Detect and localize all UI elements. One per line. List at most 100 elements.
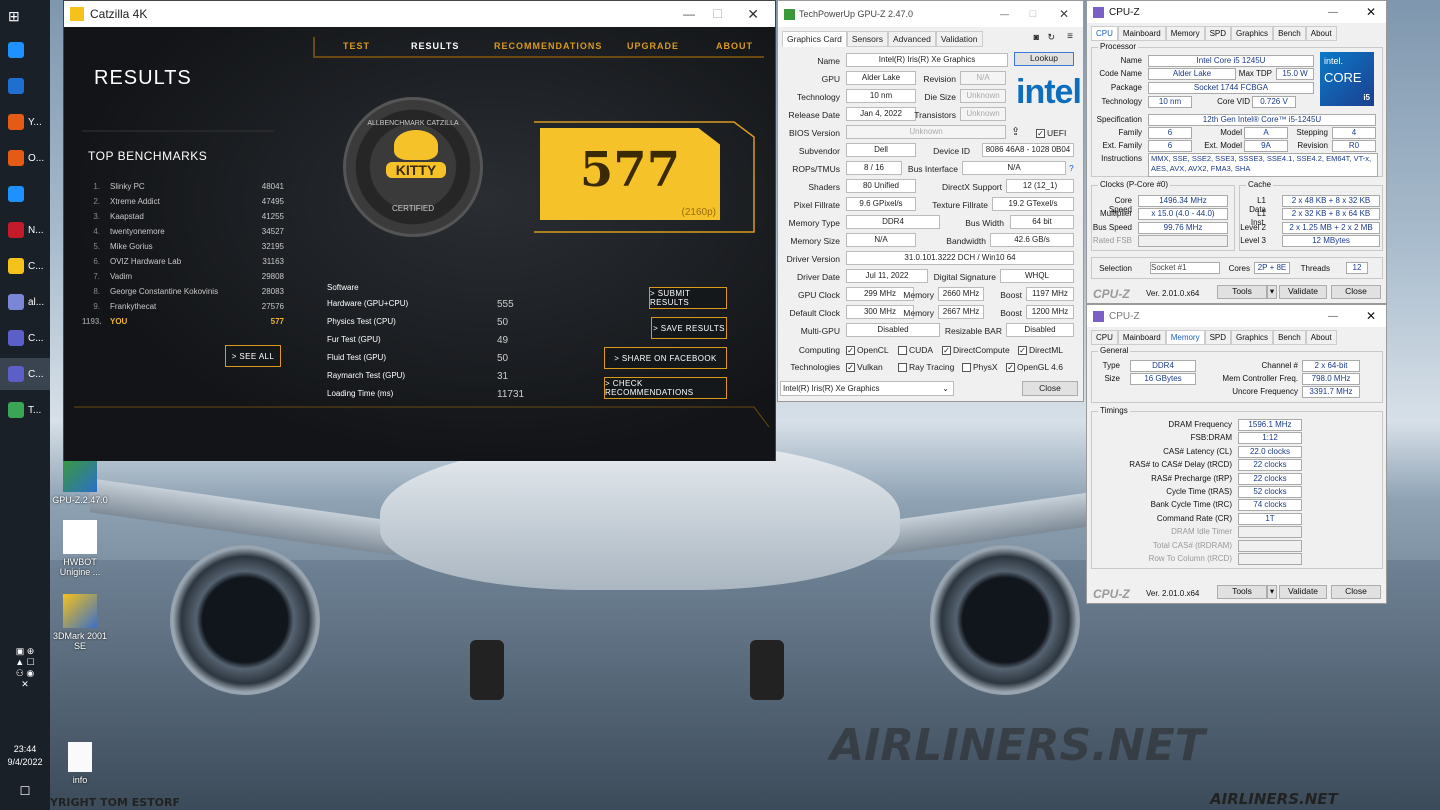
check-recommendations-button[interactable]: > CHECK RECOMMENDATIONS — [604, 377, 727, 399]
benchmark-score: 47495 — [261, 197, 284, 206]
camera-icon[interactable]: ◙ — [1034, 32, 1039, 42]
field-label: Selection — [1099, 264, 1132, 273]
tab-about[interactable]: About — [1305, 330, 1337, 345]
share-icon[interactable]: ⇪ — [1011, 125, 1020, 138]
tray-icons[interactable]: ▣ ⊕ ▲ ☐ ⚇ ◉ ✕ — [0, 646, 50, 690]
taskbar-app[interactable]: al... — [0, 286, 50, 318]
taskbar-app[interactable]: N... — [0, 214, 50, 246]
driver-date-value: Jul 11, 2022 — [846, 269, 928, 283]
field-label: Core VID — [1217, 97, 1250, 106]
minimize-icon[interactable]: — — [1000, 9, 1009, 19]
opengl-checkbox[interactable]: ✓ OpenGL 4.6 — [1006, 362, 1063, 372]
validate-button[interactable]: Validate — [1279, 585, 1327, 599]
taskbar-app[interactable] — [0, 70, 50, 102]
minimize-icon[interactable]: — — [683, 7, 695, 21]
result-row: Hardware (GPU+CPU) 555 — [327, 299, 537, 310]
tab-graphics[interactable]: Graphics — [1231, 26, 1274, 41]
taskbar-app[interactable] — [0, 178, 50, 210]
help-icon[interactable]: ? — [1069, 163, 1074, 173]
taskbar-app[interactable]: C... — [0, 358, 50, 390]
tab-advanced[interactable]: Advanced — [888, 31, 936, 47]
tab-mainboard[interactable]: Mainboard — [1117, 330, 1166, 345]
taskbar-app[interactable]: C... — [0, 322, 50, 354]
taskbar-app[interactable]: O... — [0, 142, 50, 174]
tools-dropdown-icon[interactable]: ▾ — [1267, 585, 1277, 599]
directcompute-checkbox[interactable]: ✓ DirectCompute — [942, 345, 1010, 355]
maximize-icon[interactable]: ☐ — [712, 7, 723, 21]
checkbox-icon: ✓ — [846, 345, 855, 355]
cpu-name-value: Intel Core i5 1245U — [1148, 55, 1314, 67]
nav-results[interactable]: RESULTS — [411, 41, 459, 51]
catzilla-content: TEST RESULTS RECOMMENDATIONS UPGRADE ABO… — [64, 27, 775, 461]
directx-value: 12 (12_1) — [1006, 179, 1074, 193]
lookup-button[interactable]: Lookup — [1014, 52, 1074, 66]
tab-spd[interactable]: SPD — [1204, 26, 1232, 41]
see-all-button[interactable]: > SEE ALL — [225, 345, 281, 367]
menu-icon[interactable]: ≡ — [1067, 31, 1073, 42]
nav-recommendations[interactable]: RECOMMENDATIONS — [494, 41, 602, 51]
nav-upgrade[interactable]: UPGRADE — [627, 41, 679, 51]
window-title: CPU-Z — [1109, 310, 1140, 322]
desktop-icon-3dmark[interactable]: 3DMark 2001 SE — [50, 594, 110, 651]
tools-button[interactable]: Tools — [1217, 285, 1267, 299]
row-label: DirectX Support — [942, 182, 1002, 192]
tab-cpu[interactable]: CPU — [1091, 26, 1118, 41]
tab-graphics[interactable]: Graphics — [1231, 330, 1274, 345]
taskbar-app[interactable]: Y... — [0, 106, 50, 138]
minimize-icon[interactable]: — — [1328, 7, 1338, 18]
close-button[interactable]: Close — [1331, 285, 1381, 299]
row-label: Transistors — [914, 110, 956, 120]
close-icon[interactable]: ✕ — [1366, 309, 1376, 323]
physx-checkbox[interactable]: PhysX — [962, 362, 998, 372]
save-results-button[interactable]: > SAVE RESULTS — [651, 317, 727, 339]
field-label: Mem Controller Freq. — [1222, 374, 1298, 383]
tab-memory[interactable]: Memory — [1165, 26, 1205, 41]
nav-about[interactable]: ABOUT — [716, 41, 753, 51]
minimize-icon[interactable]: — — [1328, 311, 1338, 322]
tab-mainboard[interactable]: Mainboard — [1117, 26, 1166, 41]
desktop-icon-gpuz[interactable]: GPU-Z.2.47.0 — [50, 458, 110, 505]
taskbar-app[interactable]: T... — [0, 394, 50, 426]
desktop-icon-hwbot[interactable]: HWBOT Unigine ... — [50, 520, 110, 577]
taskbar-app[interactable] — [0, 34, 50, 66]
clock-date[interactable]: 9/4/2022 — [0, 757, 50, 767]
submit-results-button[interactable]: > SUBMIT RESULTS — [649, 287, 727, 309]
taskbar-app[interactable]: C... — [0, 250, 50, 282]
tab-validation[interactable]: Validation — [935, 31, 983, 47]
badge-bottom-text: CERTIFIED — [391, 204, 435, 213]
start-button[interactable]: ⊞ — [0, 0, 50, 32]
timings-group: Timings DRAM Frequency 1596.1 MHz FSB:DRAM… — [1091, 406, 1383, 569]
maximize-icon[interactable]: ☐ — [1029, 9, 1037, 20]
close-icon[interactable]: ✕ — [747, 6, 759, 23]
close-button[interactable]: Close — [1331, 585, 1381, 599]
validate-button[interactable]: Validate — [1279, 285, 1327, 299]
tab-spd[interactable]: SPD — [1204, 330, 1232, 345]
close-button[interactable]: Close — [1022, 381, 1078, 396]
vulkan-checkbox[interactable]: ✓ Vulkan — [846, 362, 883, 372]
close-icon[interactable]: ✕ — [1366, 5, 1376, 19]
refresh-icon[interactable]: ↻ — [1047, 32, 1055, 43]
opencl-checkbox[interactable]: ✓ OpenCL — [846, 345, 889, 355]
cuda-checkbox[interactable]: CUDA — [898, 345, 933, 355]
tab-sensors[interactable]: Sensors — [846, 31, 888, 47]
desktop-icon-info[interactable]: info — [50, 742, 110, 785]
directml-checkbox[interactable]: ✓ DirectML — [1018, 345, 1063, 355]
tools-dropdown-icon[interactable]: ▾ — [1267, 285, 1277, 299]
raytracing-checkbox[interactable]: Ray Tracing — [898, 362, 954, 372]
uefi-checkbox[interactable]: ✓ UEFI — [1036, 128, 1066, 138]
clock-time[interactable]: 23:44 — [0, 744, 50, 754]
tab-bench[interactable]: Bench — [1273, 26, 1306, 41]
nav-test[interactable]: TEST — [343, 41, 370, 51]
notification-icon[interactable]: ☐ — [0, 784, 50, 798]
close-icon[interactable]: ✕ — [1059, 7, 1069, 21]
share-facebook-button[interactable]: > SHARE ON FACEBOOK — [604, 347, 727, 369]
tools-button[interactable]: Tools — [1217, 585, 1267, 599]
tab-memory[interactable]: Memory — [1165, 330, 1205, 345]
tab-about[interactable]: About — [1305, 26, 1337, 41]
socket-select[interactable]: Socket #1 — [1150, 262, 1220, 274]
tab-bench[interactable]: Bench — [1273, 330, 1306, 345]
badge-name: KITTY — [386, 162, 446, 178]
gpu-select[interactable]: Intel(R) Iris(R) Xe Graphics ⌄ — [780, 381, 954, 396]
tab-cpu[interactable]: CPU — [1091, 330, 1118, 345]
tab-graphics-card[interactable]: Graphics Card — [782, 31, 847, 47]
